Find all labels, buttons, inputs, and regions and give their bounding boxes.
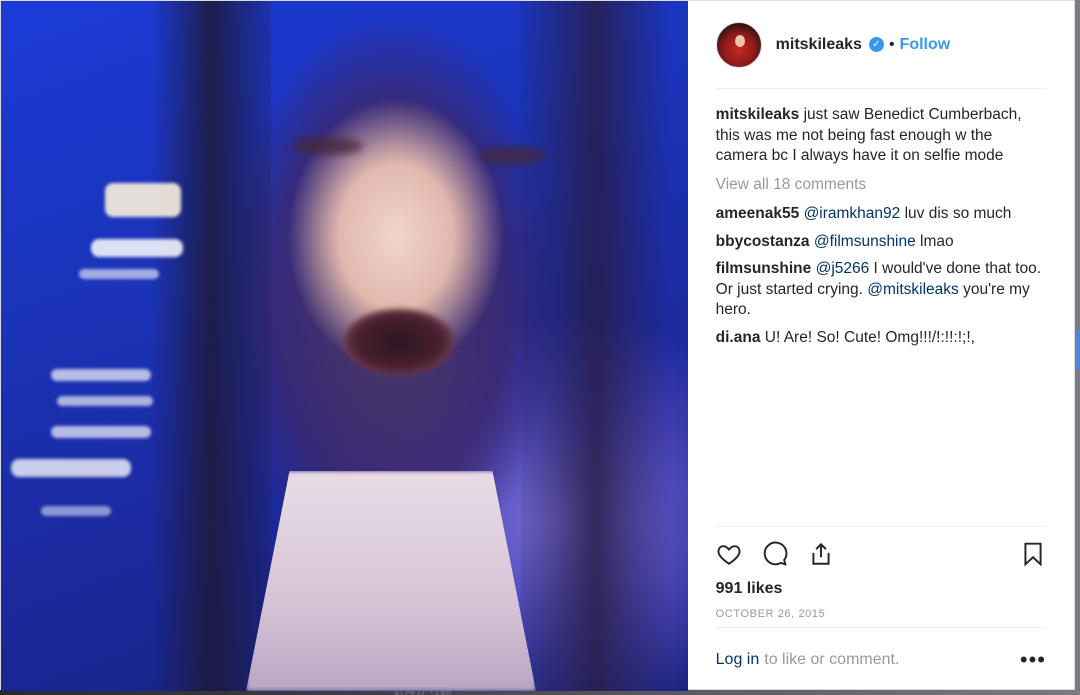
post-photo[interactable]	[1, 1, 688, 691]
photo-shirt	[246, 471, 536, 691]
follow-button[interactable]: Follow	[900, 36, 951, 54]
post-header: mitskileaks ✓ • Follow	[715, 1, 1046, 89]
post-date: OCTOBER 26, 2015	[715, 608, 826, 620]
comment-mention[interactable]: @mitskileaks	[867, 281, 959, 298]
comment-text: U! Are! So! Cute! Omg!!!/!:!!:!;!,	[760, 328, 975, 346]
comment-item: di.ana U! Are! So! Cute! Omg!!!/!:!!:!;!…	[716, 328, 1046, 349]
comment-username[interactable]: filmsunshine	[716, 260, 812, 277]
comment-item: bbycostanza @filmsunshine lmao	[716, 232, 1046, 253]
post-side-panel: mitskileaks ✓ • Follow mitskileaks just …	[688, 1, 1074, 691]
login-link[interactable]: Log in	[716, 651, 760, 669]
post-caption: mitskileaks just saw Benedict Cumberbach…	[716, 105, 1046, 167]
post-modal: mitskileaks ✓ • Follow mitskileaks just …	[0, 0, 1075, 691]
photo-hair-right	[521, 1, 671, 691]
heart-icon[interactable]	[716, 541, 742, 567]
more-options-button[interactable]: •••	[1020, 648, 1046, 670]
photo-city-light	[51, 369, 151, 381]
photo-city-light	[57, 396, 153, 406]
login-prompt: Log in to like or comment. •••	[715, 627, 1046, 691]
share-icon[interactable]	[808, 541, 834, 567]
comment-mention[interactable]: @j5266	[816, 260, 870, 277]
avatar-face	[734, 34, 745, 47]
view-all-comments-link[interactable]: View all 18 comments	[716, 175, 1046, 196]
comments-list: mitskileaks just saw Benedict Cumberbach…	[716, 89, 1046, 348]
comment-item: ameenak55 @iramkhan92 luv dis so much	[716, 204, 1046, 225]
avatar[interactable]	[715, 21, 762, 68]
comment-icon[interactable]	[762, 541, 788, 567]
photo-city-light	[91, 239, 183, 257]
comment-username[interactable]: di.ana	[716, 329, 761, 346]
backdrop-strip	[1076, 330, 1080, 370]
comment-text: lmao	[915, 232, 954, 250]
action-icons	[716, 539, 1046, 569]
photo-city-light	[41, 506, 111, 516]
comment-item: filmsunshine @j5266 I would've done that…	[716, 259, 1046, 321]
comment-text: luv dis so much	[900, 205, 1012, 222]
photo-mouth	[344, 309, 454, 375]
photo-hair-left	[151, 1, 271, 691]
post-actions: 991 likes OCTOBER 26, 2015	[715, 526, 1046, 620]
photo-eye-right	[477, 147, 547, 165]
comment-username[interactable]: ameenak55	[716, 205, 800, 222]
caption-username[interactable]: mitskileaks	[716, 106, 800, 123]
photo-city-light	[79, 269, 159, 279]
comment-username[interactable]: bbycostanza	[716, 233, 810, 250]
photo-city-light	[105, 183, 181, 217]
comment-mention[interactable]: @filmsunshine	[814, 233, 916, 250]
header-separator: •	[888, 35, 895, 53]
comment-mention[interactable]: @iramkhan92	[804, 205, 901, 222]
login-prompt-text: to like or comment.	[764, 650, 900, 668]
photo-eye-left	[293, 137, 363, 155]
likes-count[interactable]: 991 likes	[716, 580, 1046, 598]
verified-badge-icon: ✓	[868, 37, 884, 52]
photo-city-light	[11, 459, 131, 477]
bookmark-icon[interactable]	[1020, 541, 1046, 567]
header-username[interactable]: mitskileaks	[776, 36, 862, 54]
photo-city-light	[51, 426, 151, 438]
